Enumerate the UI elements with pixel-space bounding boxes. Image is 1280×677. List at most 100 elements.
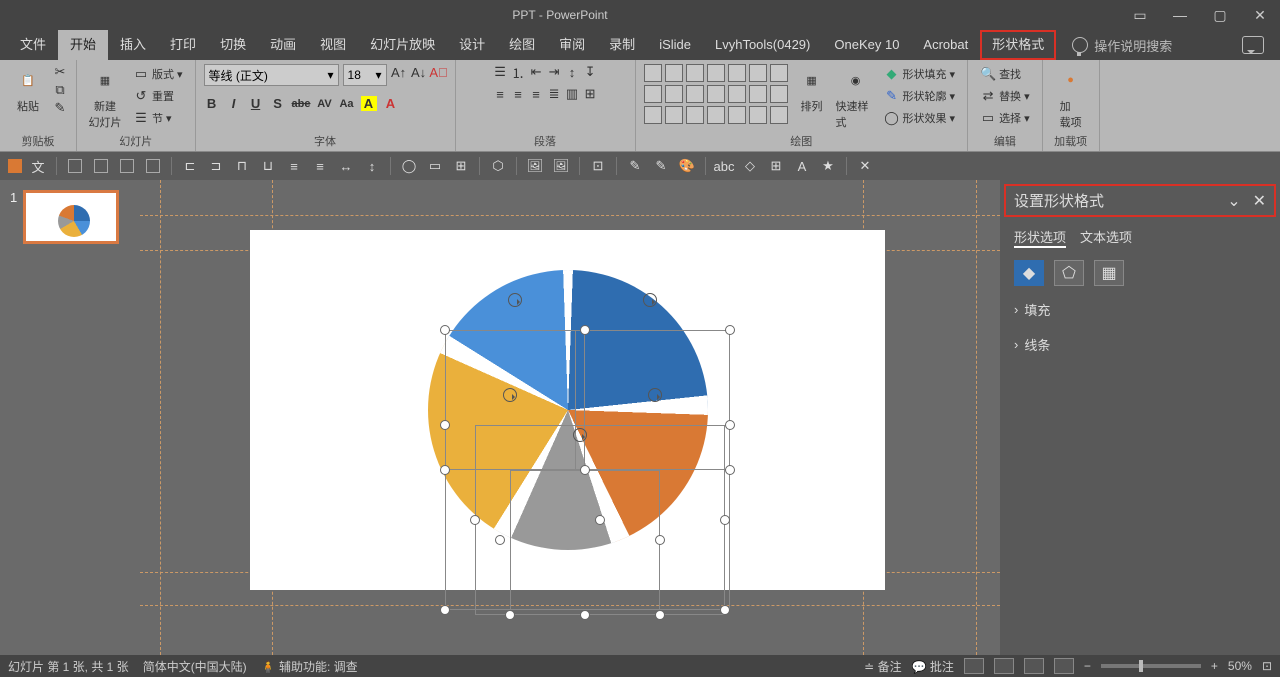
qa-misc1-icon[interactable]: ◇ [740,156,760,176]
qa-find-icon[interactable]: abc [714,156,734,176]
qa-close-icon[interactable]: ✕ [855,156,875,176]
resize-handle[interactable] [655,610,665,620]
rotation-handle[interactable] [508,293,522,307]
shadow-button[interactable]: S [270,96,286,111]
format-painter-icon[interactable]: ✎ [52,100,68,116]
bullets-icon[interactable]: ☰ [492,64,508,80]
ribbon-display-options[interactable]: ▭ [1120,0,1160,30]
tab-islide[interactable]: iSlide [647,30,703,60]
maximize-button[interactable]: ▢ [1200,0,1240,30]
tab-design[interactable]: 设计 [447,30,497,60]
addins-button[interactable]: ● 加 载项 [1051,64,1091,130]
smartart-icon[interactable]: ⊞ [582,86,598,102]
tab-animations[interactable]: 动画 [258,30,308,60]
qa-dist1-icon[interactable]: ↔ [336,156,356,176]
zoom-level[interactable]: 50% [1228,659,1252,673]
resize-handle[interactable] [440,605,450,615]
tab-home[interactable]: 开始 [58,30,108,60]
font-name-combo[interactable]: 等线 (正文)▾ [204,64,339,86]
indent-left-icon[interactable]: ⇤ [528,64,544,80]
line-spacing-icon[interactable]: ↕ [564,64,580,80]
close-button[interactable]: ✕ [1240,0,1280,30]
fit-window-icon[interactable]: ⊡ [1262,659,1272,673]
resize-handle[interactable] [655,535,665,545]
qa-misc2-icon[interactable]: ⊞ [766,156,786,176]
align-right-icon[interactable]: ≡ [528,86,544,102]
zoom-slider[interactable] [1101,664,1201,668]
numbering-icon[interactable]: ⒈ [510,64,526,80]
qa-layer2-icon[interactable] [91,156,111,176]
increase-font-icon[interactable]: A↑ [391,64,407,80]
select-button[interactable]: ▭选择 ▾ [976,108,1034,128]
strike-button[interactable]: abe [292,98,311,110]
close-pane-icon[interactable]: ✕ [1253,191,1266,211]
resize-handle[interactable] [440,325,450,335]
resize-handle[interactable] [505,610,515,620]
align-left-icon[interactable]: ≡ [492,86,508,102]
normal-view-icon[interactable] [964,658,984,674]
qa-align2-icon[interactable]: ⊐ [206,156,226,176]
find-button[interactable]: 🔍查找 [976,64,1034,84]
bold-button[interactable]: B [204,96,220,111]
qa-layer3-icon[interactable] [117,156,137,176]
shape-fill-button[interactable]: ◆形状填充 ▾ [880,64,960,84]
qa-layer4-icon[interactable] [143,156,163,176]
tab-acrobat[interactable]: Acrobat [911,30,980,60]
accessibility-indicator[interactable]: 🧍 辅助功能: 调查 [261,658,358,675]
comments-icon[interactable] [1242,36,1264,54]
slide-thumbnail-1[interactable]: 1 [10,190,130,244]
columns-icon[interactable]: ▥ [564,86,580,102]
qa-group-icon[interactable]: ⊞ [451,156,471,176]
font-color-button[interactable]: A [383,96,399,111]
arrange-button[interactable]: ▦ 排列 [792,64,832,114]
paste-button[interactable]: 📋 粘贴 [8,64,48,114]
notes-button[interactable]: ≐ 备注 [864,658,901,675]
fp-tab-shape[interactable]: 形状选项 [1014,227,1066,248]
tab-file[interactable]: 文件 [8,30,58,60]
qa-edit1-icon[interactable]: ✎ [625,156,645,176]
justify-icon[interactable]: ≣ [546,86,562,102]
tell-me-search[interactable]: 操作说明搜索 [1072,36,1172,55]
clear-format-icon[interactable]: A⃠ [431,64,447,80]
shapes-gallery[interactable] [644,64,788,124]
resize-handle[interactable] [725,420,735,430]
resize-handle[interactable] [725,325,735,335]
underline-button[interactable]: U [248,96,264,111]
qa-edit2-icon[interactable]: ✎ [651,156,671,176]
resize-handle[interactable] [470,515,480,525]
comments-button[interactable]: 💬 批注 [912,658,954,675]
fp-effects-icon[interactable]: ⬠ [1054,260,1084,286]
qa-dist2-icon[interactable]: ↕ [362,156,382,176]
align-center-icon[interactable]: ≡ [510,86,526,102]
resize-handle[interactable] [720,605,730,615]
tab-onekey[interactable]: OneKey 10 [822,30,911,60]
tab-view[interactable]: 视图 [308,30,358,60]
sorter-view-icon[interactable] [994,658,1014,674]
italic-button[interactable]: I [226,96,242,111]
qa-align6-icon[interactable]: ≡ [310,156,330,176]
shape-outline-button[interactable]: ✎形状轮廓 ▾ [880,86,960,106]
resize-handle[interactable] [440,465,450,475]
zoom-out-button[interactable]: − [1084,659,1091,673]
tab-transitions[interactable]: 切换 [208,30,258,60]
reset-button[interactable]: ↺重置 [129,86,187,106]
qa-selection-icon[interactable]: ⊡ [588,156,608,176]
color-swatch[interactable] [8,159,22,173]
qa-color-icon[interactable]: 🎨 [677,156,697,176]
tab-record[interactable]: 录制 [597,30,647,60]
qa-3d-icon[interactable]: ⬡ [488,156,508,176]
resize-handle[interactable] [580,325,590,335]
tab-review[interactable]: 审阅 [547,30,597,60]
quick-styles-button[interactable]: ◉ 快速样式 [836,64,876,130]
tab-lvyhtools[interactable]: LvyhTools(0429) [703,30,822,60]
qa-anim-icon[interactable]: ★ [818,156,838,176]
qa-layer1-icon[interactable] [65,156,85,176]
highlight-button[interactable]: A [361,96,377,111]
shape-effects-button[interactable]: ◯形状效果 ▾ [880,108,960,128]
section-button[interactable]: ☰节 ▾ [129,108,187,128]
replace-button[interactable]: ⇄替换 ▾ [976,86,1034,106]
spacing-button[interactable]: AV [317,98,333,110]
fp-size-icon[interactable]: ▦ [1094,260,1124,286]
chevron-down-icon[interactable]: ⌄ [1227,191,1240,211]
fp-fill-line-icon[interactable]: ◆ [1014,260,1044,286]
